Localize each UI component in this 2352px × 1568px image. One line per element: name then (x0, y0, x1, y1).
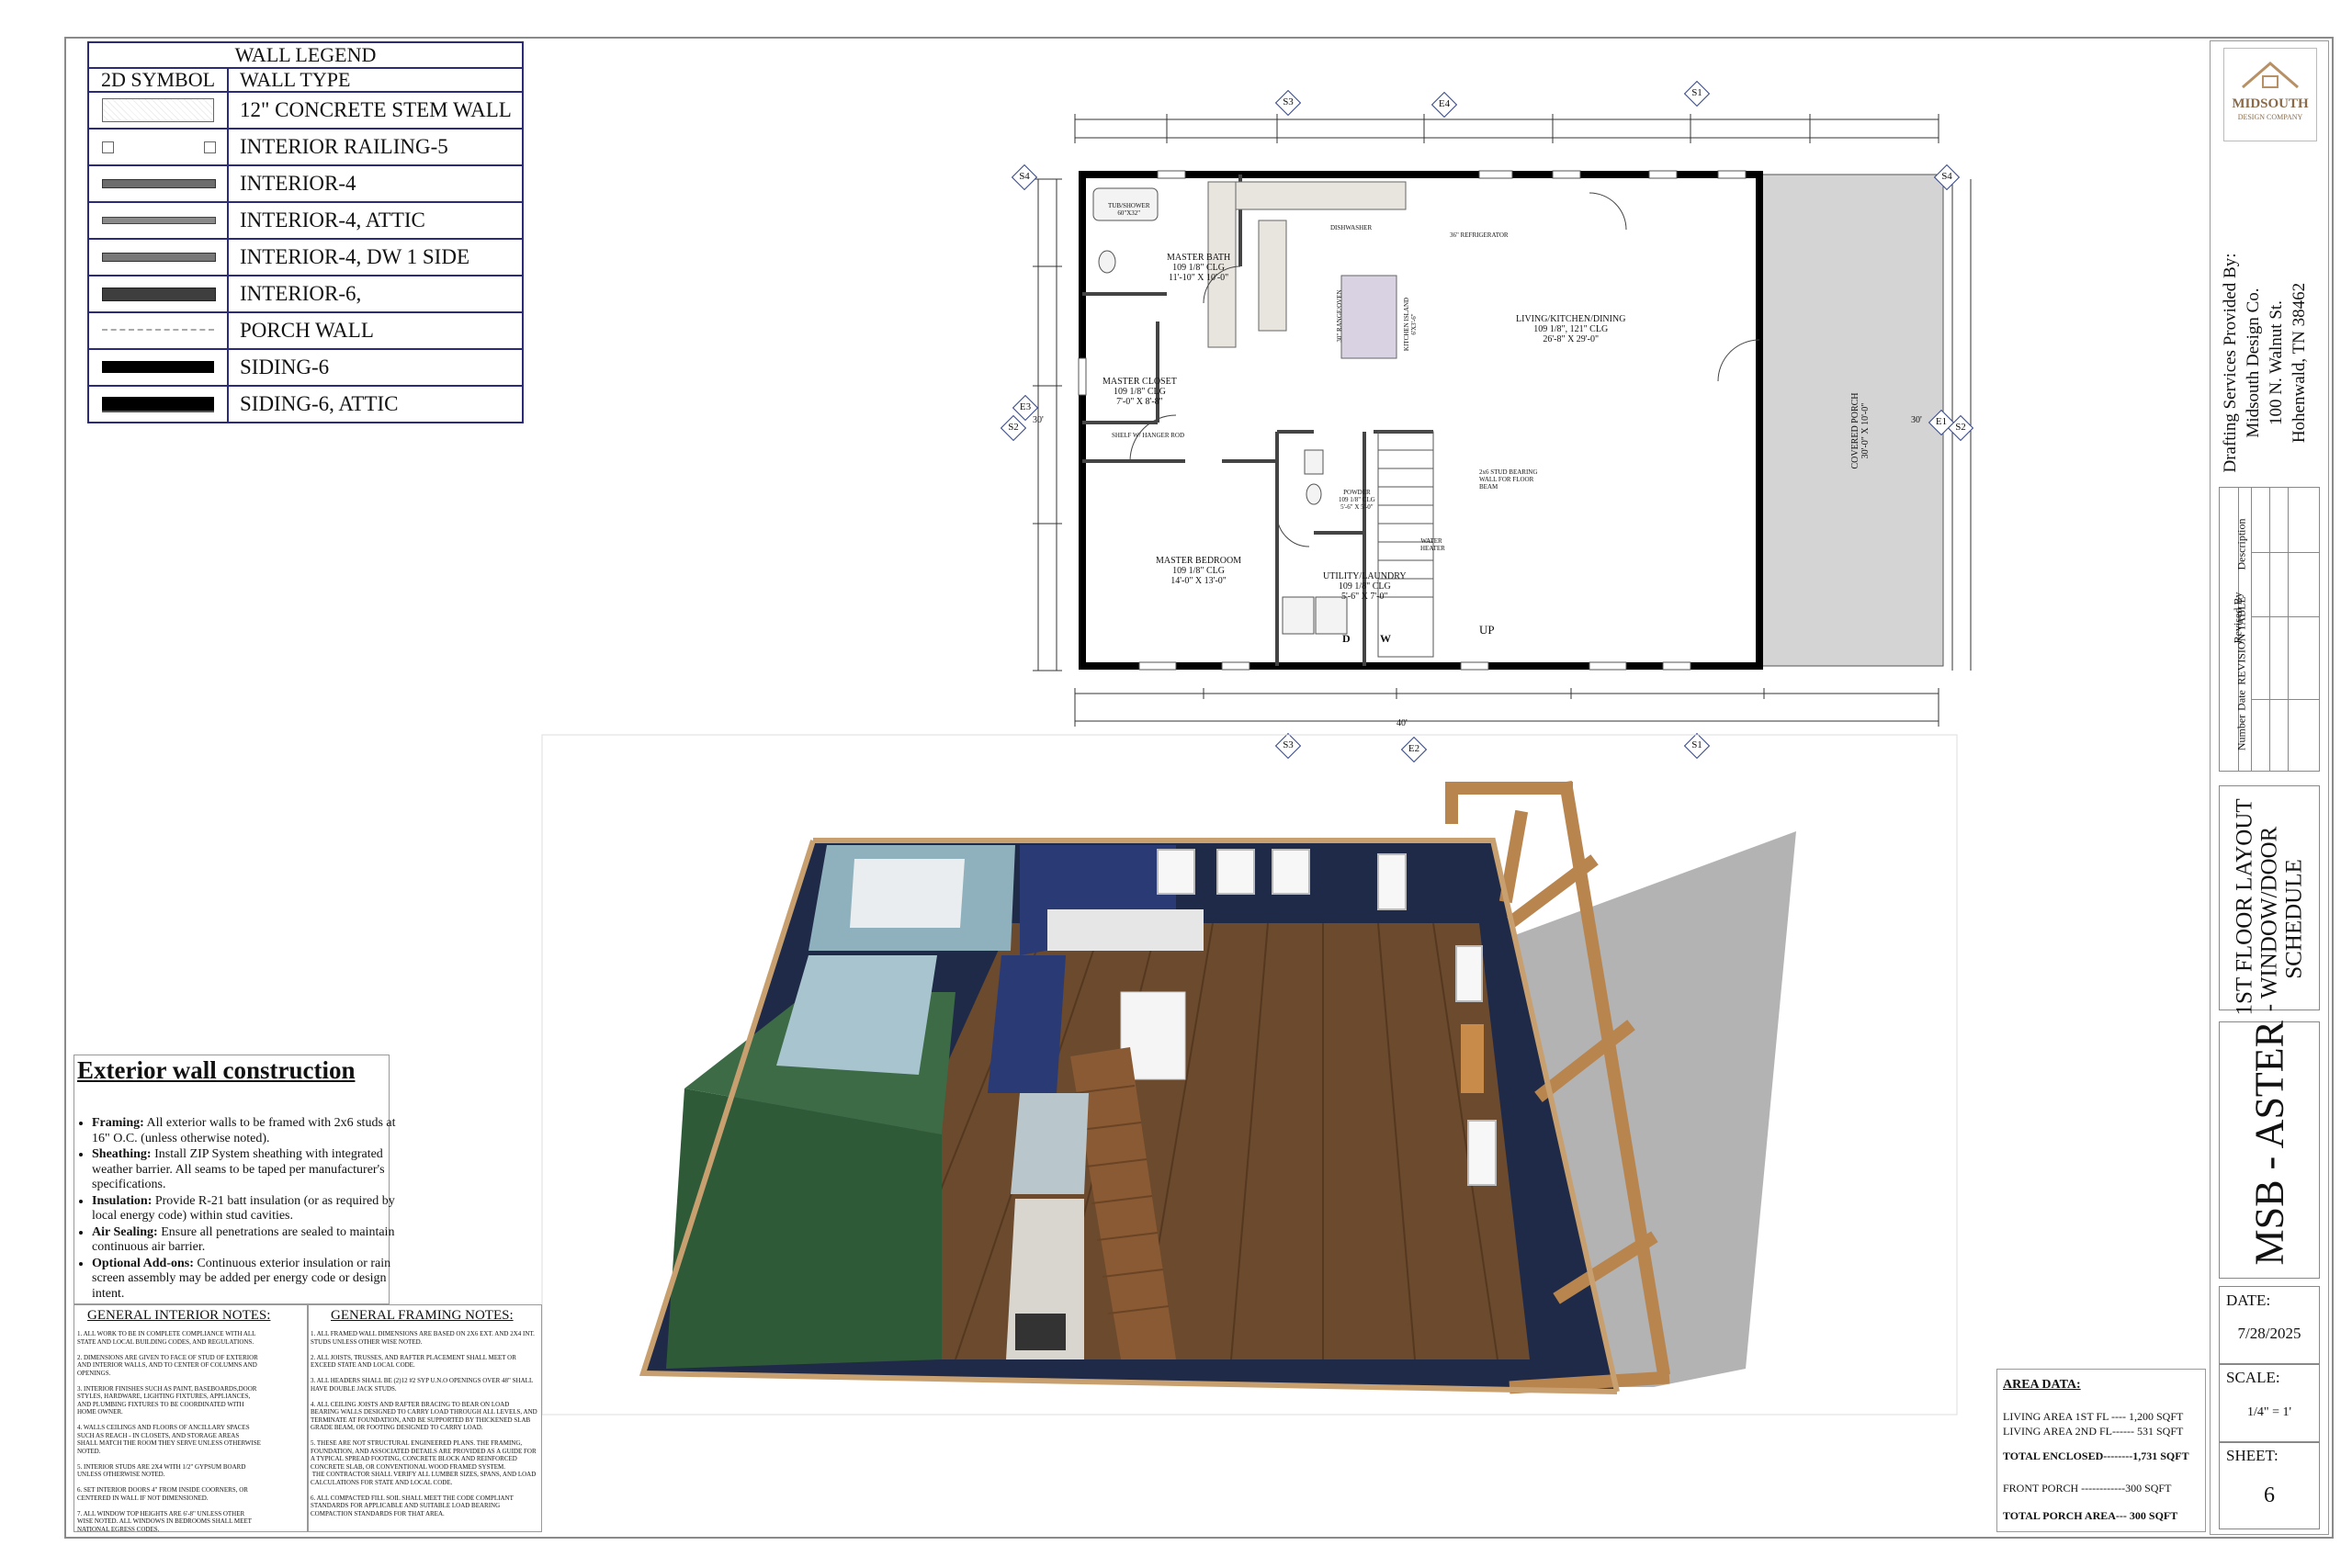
company-logo: MIDSOUTH DESIGN COMPANY (2223, 48, 2317, 141)
logo-subtitle: DESIGN COMPANY (2237, 113, 2303, 121)
legend-row: INTERIOR-6, (89, 276, 522, 313)
marker-label: S4 (1019, 171, 1030, 182)
fixture-label-shelf: SHELF W/ HANGER ROD (1112, 432, 1185, 439)
fixture-label-tub: TUB/SHOWER 60"X32" (1108, 202, 1150, 217)
date-value: 7/28/2025 (2237, 1325, 2301, 1342)
legend-row: SIDING-6, ATTIC (89, 387, 522, 422)
fixture-label-beam: 2x6 STUD BEARING WALL FOR FLOOR BEAM (1479, 468, 1538, 491)
legend-row: INTERIOR RAILING-5 (89, 130, 522, 166)
legend-label: INTERIOR-4, DW 1 SIDE (240, 245, 469, 268)
framing-notes-title: GENERAL FRAMING NOTES: (331, 1308, 514, 1323)
room-label-living: LIVING/KITCHEN/DINING 109 1/8", 121" CLG… (1516, 314, 1626, 344)
exterior-notes-title: Exterior wall construction (77, 1056, 356, 1084)
railing-symbol (89, 130, 229, 164)
exterior-note-item: Framing: All exterior walls to be framed… (92, 1116, 404, 1146)
legend-row: 12" CONCRETE STEM WALL (89, 93, 522, 130)
area-line: LIVING AREA 1ST FL ---- 1,200 SQFT (2003, 1410, 2184, 1423)
interior-notes-text: 1. ALL WORK TO BE IN COMPLETE COMPLIANCE… (77, 1330, 261, 1533)
marker-label: E3 (1019, 401, 1032, 412)
fixture-label-range: 30" RANGE/OVEN (1336, 289, 1343, 343)
fixture-label-water-heater: WATER HEATER (1420, 537, 1445, 552)
concrete-wall-symbol (89, 93, 229, 128)
exterior-note-item: Air Sealing: Ensure all penetrations are… (92, 1225, 404, 1256)
exterior-note-item: Insulation: Provide R-21 batt insulation… (92, 1194, 404, 1224)
legend-row: SIDING-6 (89, 350, 522, 387)
interior-4-attic-symbol (89, 203, 229, 238)
exterior-note-item: Sheathing: Install ZIP System sheathing … (92, 1147, 404, 1193)
legend-col-type: WALL TYPE (240, 68, 351, 91)
scale-label: SCALE: (2226, 1369, 2280, 1386)
interior-4-dw-symbol (89, 240, 229, 275)
legend-row: INTERIOR-4, ATTIC (89, 203, 522, 240)
area-total-enclosed: TOTAL ENCLOSED--------1,731 SQFT (2003, 1450, 2189, 1462)
room-label-master-closet: MASTER CLOSET 109 1/8" CLG 7'-0" X 8'-8" (1102, 377, 1177, 407)
marker-label: S2 (1955, 422, 1966, 433)
legend-header: 2D SYMBOL WALL TYPE (89, 69, 522, 93)
scale-value: 1/4" = 1' (2246, 1405, 2292, 1419)
siding-6-attic-symbol (89, 387, 229, 422)
fixture-label-island: KITCHEN ISLAND 6'X3'-6" (1403, 297, 1418, 352)
legend-row: INTERIOR-4, DW 1 SIDE (89, 240, 522, 276)
room-label-master-bath: MASTER BATH 109 1/8" CLG 11'-10" X 10'-0… (1167, 253, 1231, 283)
company-info: Drafting Services Provided By: Midsouth … (2221, 253, 2309, 473)
date-label: DATE: (2226, 1292, 2271, 1309)
legend-label: SIDING-6, ATTIC (240, 392, 399, 415)
interior-6-symbol (89, 276, 229, 311)
sheet-label: SHEET: (2226, 1447, 2278, 1464)
area-line: LIVING AREA 2ND FL------ 531 SQFT (2003, 1425, 2184, 1438)
area-line: FRONT PORCH ------------300 SQFT (2003, 1482, 2172, 1495)
room-label-powder: POWDER 109 1/8" CLG 5'-6" X 5'-0" (1339, 489, 1375, 511)
interior-notes-title: GENERAL INTERIOR NOTES: (87, 1308, 271, 1323)
legend-col-symbol: 2D SYMBOL (89, 69, 229, 91)
legend-label: INTERIOR RAILING-5 (240, 135, 448, 158)
washer-label: W (1380, 632, 1391, 645)
area-total-porch: TOTAL PORCH AREA--- 300 SQFT (2003, 1509, 2178, 1522)
stair-up-label: UP (1479, 623, 1495, 637)
exterior-notes-list: Framing: All exterior walls to be framed… (81, 1116, 404, 1303)
wall-legend: WALL LEGEND 2D SYMBOL WALL TYPE 12" CONC… (87, 41, 524, 423)
legend-row: PORCH WALL (89, 313, 522, 350)
marker-label: S4 (1941, 171, 1952, 182)
house-icon (2242, 62, 2299, 89)
3d-floor-render (541, 734, 1958, 1416)
dimension-text: 30' (1033, 415, 1044, 425)
legend-label: INTERIOR-4 (240, 172, 356, 195)
exterior-note-item: Optional Add-ons: Continuous exterior in… (92, 1257, 404, 1303)
legend-label: INTERIOR-4, ATTIC (240, 209, 425, 231)
marker-label: S1 (1691, 87, 1702, 98)
marker-label: E4 (1438, 98, 1451, 109)
room-label-master-bedroom: MASTER BEDROOM 109 1/8" CLG 14'-0" X 13'… (1156, 556, 1242, 586)
framing-notes-text: 1. ALL FRAMED WALL DIMENSIONS ARE BASED … (311, 1330, 537, 1517)
fixture-label-dishwasher: DISHWASHER (1330, 224, 1373, 231)
marker-label: S3 (1283, 96, 1294, 107)
fixture-label-refrigerator: 36" REFRIGERATOR (1450, 231, 1509, 239)
rev-col-date: Date (2234, 690, 2248, 711)
marker-label: S2 (1008, 422, 1019, 433)
area-data-title: AREA DATA: (2003, 1378, 2081, 1392)
floor-plan (1033, 114, 1972, 727)
legend-row: INTERIOR-4 (89, 166, 522, 203)
siding-6-symbol (89, 350, 229, 385)
dryer-label: D (1342, 632, 1351, 645)
room-label-porch: COVERED PORCH 30'-0" X 10'-0" (1850, 392, 1871, 469)
rev-col-revised-by: Revised By (2231, 592, 2245, 644)
legend-label: INTERIOR-6, (240, 282, 362, 305)
sheet-number: 6 (2264, 1483, 2275, 1507)
legend-label: 12" CONCRETE STEM WALL (240, 98, 512, 121)
dimension-text: 30' (1911, 415, 1922, 425)
rev-col-description: Description (2234, 518, 2248, 570)
logo-name: MIDSOUTH (2232, 96, 2309, 111)
legend-label: PORCH WALL (240, 319, 374, 342)
legend-title: WALL LEGEND (89, 43, 522, 69)
porch-wall-symbol (89, 313, 229, 348)
project-name: MSB - ASTER (2246, 1020, 2292, 1266)
sheet-title: 1ST FLOOR LAYOUT - WINDOW/DOOR SCHEDULE (2232, 798, 2307, 1016)
interior-4-symbol (89, 166, 229, 201)
legend-label: SIDING-6 (240, 355, 330, 378)
room-label-utility: UTILITY/LAUNDRY 109 1/8" CLG 5'-6" X 7'-… (1323, 571, 1407, 602)
